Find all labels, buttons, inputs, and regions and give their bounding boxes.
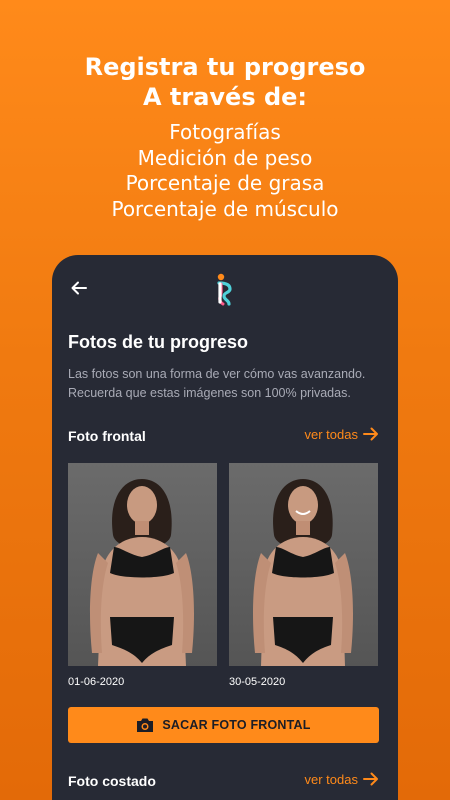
front-see-all-label: ver todas: [304, 426, 358, 442]
person-photo-icon: [253, 479, 353, 666]
front-photo-date: 30-05-2020: [229, 676, 286, 688]
side-photo-header: Foto costado ver todas: [68, 771, 380, 791]
promo-headline-line1: Registra tu progreso: [84, 53, 366, 81]
front-photo-header: Foto frontal ver todas: [68, 426, 380, 446]
page-title: Fotos de tu progreso: [68, 332, 248, 352]
top-bar: [52, 255, 398, 319]
front-see-all-link[interactable]: ver todas: [305, 426, 380, 442]
person-photo-icon: [90, 479, 194, 666]
app-logo-icon: [217, 273, 232, 306]
side-see-all-label: ver todas: [304, 771, 358, 787]
side-photo-label: Foto costado: [68, 773, 156, 789]
front-photo-thumbnail[interactable]: [229, 463, 378, 666]
page-description: Las fotos son una forma de ver cómo vas …: [68, 367, 366, 400]
phone-screen: Fotos de tu progreso Las fotos son una f…: [52, 255, 398, 800]
promo-feature: Porcentaje de músculo: [111, 196, 339, 221]
front-photo-date: 01-06-2020: [68, 676, 125, 688]
take-front-photo-button[interactable]: SACAR FOTO FRONTAL: [68, 707, 379, 743]
promo-feature: Medición de peso: [137, 145, 313, 170]
front-photo-label: Foto frontal: [68, 428, 146, 444]
front-photo-thumbnail[interactable]: [68, 463, 217, 666]
promo-feature: Porcentaje de grasa: [125, 171, 325, 195]
arrow-right-icon: [363, 427, 378, 441]
back-button[interactable]: [66, 275, 92, 301]
promo-feature: Fotografías: [169, 120, 281, 144]
arrow-left-icon: [71, 281, 87, 295]
take-front-photo-label: SACAR FOTO FRONTAL: [162, 718, 311, 732]
promo-feature-list: Fotografías Medición de peso Porcentaje …: [0, 120, 450, 222]
side-see-all-link[interactable]: ver todas: [305, 771, 380, 787]
arrow-right-icon: [363, 772, 378, 786]
camera-icon: [137, 718, 154, 732]
promo-headline-line2: A través de:: [142, 83, 308, 111]
